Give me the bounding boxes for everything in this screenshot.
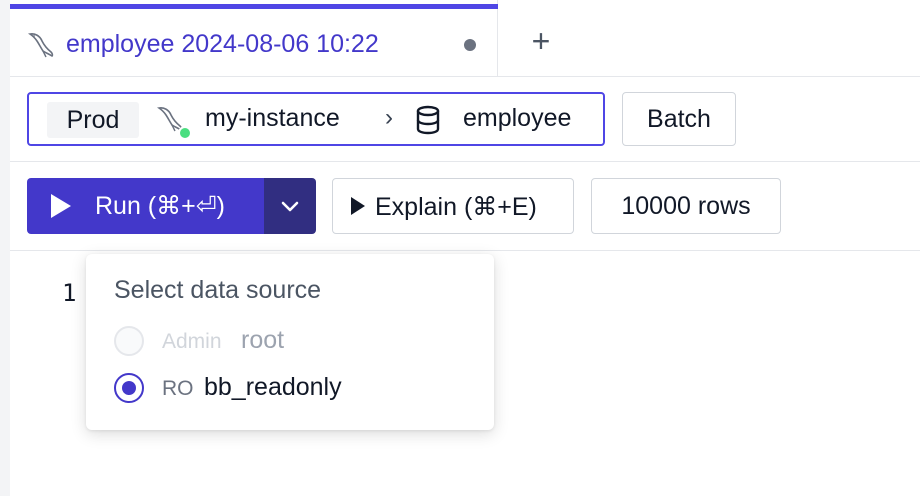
instance-icon-group bbox=[153, 104, 193, 140]
left-rail bbox=[0, 0, 10, 496]
run-button[interactable]: Run (⌘+⏎) bbox=[27, 178, 264, 234]
add-tab-button[interactable]: + bbox=[520, 22, 562, 60]
run-options-dropdown-button[interactable] bbox=[264, 178, 316, 234]
popup-title: Select data source bbox=[114, 276, 322, 304]
option-user: bb_readonly bbox=[204, 373, 342, 401]
database-icon bbox=[416, 105, 440, 135]
explain-label: Explain (⌘+E) bbox=[375, 193, 537, 221]
chevron-right-icon: › bbox=[385, 104, 393, 131]
data-source-option-readonly[interactable]: RO bb_readonly bbox=[114, 373, 474, 409]
run-button-group: Run (⌘+⏎) bbox=[27, 178, 316, 234]
radio-button[interactable] bbox=[114, 373, 144, 403]
explain-button[interactable]: Explain (⌘+E) bbox=[332, 178, 574, 234]
data-source-popup: Select data source Admin root RO bb_read… bbox=[86, 254, 494, 430]
chevron-down-icon bbox=[281, 201, 299, 212]
connection-context-bar: Prod my-instance › employee Batch bbox=[10, 77, 920, 162]
line-number: 1 bbox=[62, 279, 77, 307]
batch-button[interactable]: Batch bbox=[622, 92, 736, 146]
option-user: root bbox=[241, 326, 285, 354]
unsaved-indicator-dot bbox=[464, 39, 476, 51]
option-role: Admin bbox=[162, 330, 222, 353]
mysql-dolphin-icon bbox=[27, 33, 54, 58]
option-role: RO bbox=[162, 377, 194, 400]
database-name: employee bbox=[463, 104, 572, 132]
play-icon bbox=[351, 197, 365, 215]
instance-name: my-instance bbox=[205, 104, 340, 132]
instance-status-dot bbox=[178, 126, 192, 140]
radio-button bbox=[114, 326, 144, 356]
active-tab-indicator bbox=[10, 4, 498, 9]
row-limit-button[interactable]: 10000 rows bbox=[591, 178, 781, 234]
tab-employee[interactable]: employee 2024-08-06 10:22 bbox=[10, 0, 498, 76]
query-toolbar: Run (⌘+⏎) Explain (⌘+E) 10000 rows bbox=[10, 162, 920, 251]
data-source-option-admin: Admin root bbox=[114, 326, 474, 362]
play-icon bbox=[51, 194, 71, 218]
connection-selector[interactable]: Prod my-instance › employee bbox=[27, 92, 605, 146]
environment-badge: Prod bbox=[47, 102, 139, 138]
tab-title: employee 2024-08-06 10:22 bbox=[66, 30, 379, 58]
run-label: Run (⌘+⏎) bbox=[95, 192, 226, 220]
tab-bar: employee 2024-08-06 10:22 + bbox=[10, 0, 920, 77]
